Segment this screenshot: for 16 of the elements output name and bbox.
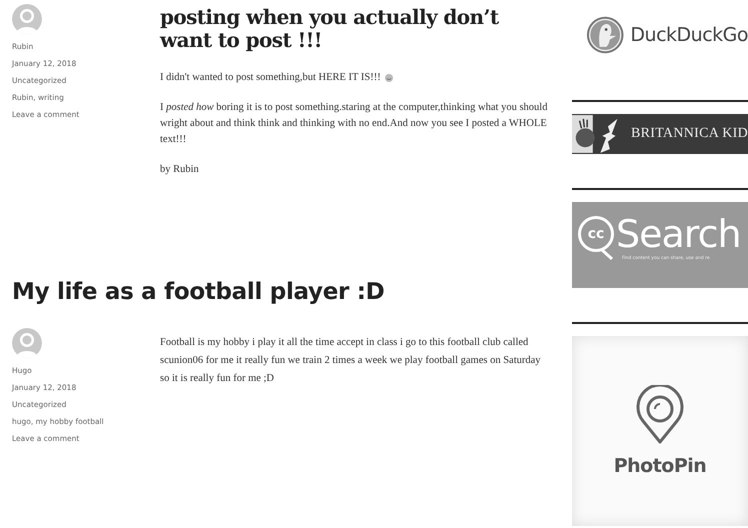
post-paragraph: I posted how boring it is to post something.staring at the computer,thinking what you should wright about and think think and thinking with no end.And now you see I posted a WHOLE text!!! — [160, 101, 548, 147]
post-title[interactable]: My life as a football player :D — [12, 278, 548, 306]
smiley-icon — [384, 74, 393, 82]
post-paragraph: I didn't wanted to post something,but HERE IT IS!!! — [160, 70, 548, 86]
post-title[interactable]: posting when you actually don’t want to post !!! — [160, 6, 548, 52]
duck-icon — [586, 14, 624, 56]
cc-logo: cc — [578, 216, 614, 252]
avatar-icon — [12, 328, 42, 358]
map-pin-camera-icon — [635, 385, 685, 445]
search-wordmark: Search — [616, 212, 741, 256]
post-paragraph: Football is my hobby i play it all the time accept in class i go to this football club called scunion06 for me it really fun we train 2 times a week we play football games on Saturday so it is really fun for me ;D — [160, 336, 542, 386]
britannica-banner[interactable]: BRITANNICA KID — [572, 114, 748, 154]
avatar-icon — [12, 4, 42, 34]
photopin-banner[interactable]: PhotoPin — [572, 336, 748, 526]
duckduckgo-link[interactable]: DuckDuckGo — [586, 14, 748, 56]
post-paragraph: by Rubin — [160, 163, 200, 177]
